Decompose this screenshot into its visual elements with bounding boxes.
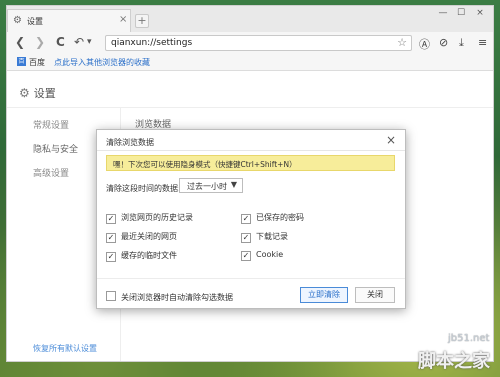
divider (97, 278, 405, 279)
page-title-row: ⚙ 设置 (19, 85, 56, 101)
watermark-name: 脚本之家 (418, 351, 490, 372)
option-cache[interactable]: ✓ 缓存的临时文件 (106, 250, 177, 262)
forward-button[interactable]: ❯ (35, 35, 45, 49)
undo-dropdown-icon[interactable]: ▾ (87, 37, 92, 47)
adblock-icon[interactable]: Ⓐ (419, 36, 430, 52)
option-history[interactable]: ✓ 浏览网页的历史记录 (106, 212, 193, 224)
nav-item-advanced[interactable]: 高级设置 (33, 166, 69, 179)
option-downloads[interactable]: ✓ 下载记录 (241, 231, 288, 243)
gear-icon: ⚙ (13, 15, 22, 26)
checkbox[interactable]: ✓ (241, 214, 251, 224)
window-close-button[interactable]: × (470, 8, 490, 18)
option-label: 已保存的密码 (256, 213, 304, 222)
dialog-title: 清除浏览数据 (106, 138, 154, 147)
tab-close-icon[interactable]: × (119, 14, 127, 25)
clear-data-dialog: 清除浏览数据 × 嘿！下次您可以使用隐身模式（快捷键Ctrl+Shift+N） … (96, 129, 406, 309)
menu-icon[interactable]: ≡ (478, 36, 487, 49)
tip-text: 嘿！下次您可以使用隐身模式（快捷键Ctrl+Shift+N） (113, 160, 297, 169)
tab-bar: ⚙ 设置 × + — ☐ × (7, 6, 493, 32)
checkbox[interactable]: ✓ (241, 233, 251, 243)
auto-clear-label: 关闭浏览器时自动清除勾选数据 (121, 293, 233, 302)
bookmarks-bar: 百 百度 点此导入其他浏览器的收藏 (7, 54, 493, 71)
option-passwords[interactable]: ✓ 已保存的密码 (241, 212, 304, 224)
checkbox[interactable]: ✓ (241, 251, 251, 261)
watermark-site: jb51.net (448, 333, 490, 344)
divider (97, 150, 405, 151)
time-range-label: 清除这段时间的数据: (106, 184, 181, 193)
nav-item-privacy[interactable]: 隐私与安全 (33, 142, 78, 155)
bookmark-baidu[interactable]: 百度 (29, 57, 45, 68)
option-cookie[interactable]: ✓ Cookie (241, 250, 283, 261)
checkbox[interactable]: ✓ (106, 252, 116, 262)
option-label: Cookie (256, 250, 284, 259)
option-label: 最近关闭的网页 (121, 232, 177, 241)
tab-settings[interactable]: ⚙ 设置 × (7, 9, 131, 32)
checkbox[interactable] (106, 291, 116, 301)
restore-defaults-link[interactable]: 恢复所有默认设置 (33, 343, 97, 354)
address-bar[interactable]: qianxun://settings ☆ (105, 35, 412, 51)
option-label: 浏览网页的历史记录 (121, 213, 193, 222)
clear-now-button[interactable]: 立即清除 (300, 287, 348, 303)
page-title: 设置 (33, 87, 56, 100)
toolbar: ❮ ❯ C ↶ ▾ qianxun://settings ☆ Ⓐ ⊘ ⤓ ≡ (7, 32, 493, 54)
nav-item-general[interactable]: 常规设置 (33, 118, 69, 131)
close-button[interactable]: 关闭 (355, 287, 395, 303)
minimize-button[interactable]: — (433, 8, 453, 18)
baidu-icon: 百 (17, 57, 26, 66)
tab-title: 设置 (27, 17, 43, 26)
checkbox[interactable]: ✓ (106, 233, 116, 243)
dialog-close-icon[interactable]: × (386, 133, 396, 147)
time-range-select[interactable]: 过去一小时 ▼ (179, 178, 243, 193)
maximize-button[interactable]: ☐ (451, 8, 471, 18)
time-range-value: 过去一小时 (187, 182, 227, 191)
checkbox[interactable]: ✓ (106, 214, 116, 224)
bookmark-star-icon[interactable]: ☆ (397, 36, 407, 49)
reload-button[interactable]: C (56, 35, 65, 49)
import-bookmarks-link[interactable]: 点此导入其他浏览器的收藏 (54, 57, 150, 68)
gear-icon: ⚙ (19, 86, 30, 100)
address-url[interactable]: qianxun://settings (111, 38, 192, 48)
undo-close-button[interactable]: ↶ (74, 35, 84, 49)
option-recently-closed[interactable]: ✓ 最近关闭的网页 (106, 231, 177, 243)
auto-clear-option[interactable]: 关闭浏览器时自动清除勾选数据 (106, 291, 233, 303)
back-button[interactable]: ❮ (15, 35, 25, 49)
new-tab-button[interactable]: + (135, 14, 149, 28)
option-label: 缓存的临时文件 (121, 251, 177, 260)
incognito-tip: 嘿！下次您可以使用隐身模式（快捷键Ctrl+Shift+N） (106, 155, 395, 171)
divider (7, 107, 493, 108)
download-icon[interactable]: ⤓ (459, 36, 464, 50)
chevron-down-icon: ▼ (230, 180, 237, 189)
privacy-icon[interactable]: ⊘ (439, 36, 448, 49)
option-label: 下载记录 (256, 232, 288, 241)
